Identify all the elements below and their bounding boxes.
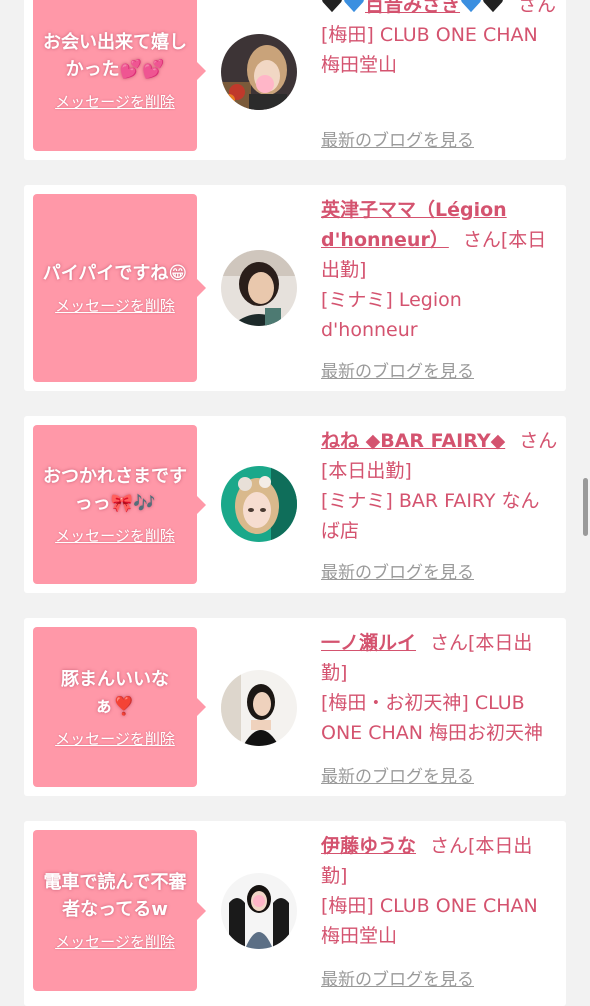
message-card: 豚まんいいなぁ❣️ メッセージを削除 一ノ瀬ルイ さん[本日出勤] [梅田・お初天… xyxy=(24,618,566,796)
message-card: お会い出来て嬉しかった💕💕 メッセージを削除 百音みさき さん [梅田] CLUB… xyxy=(24,0,566,160)
message-bubble: 豚まんいいなぁ❣️ メッセージを削除 xyxy=(33,627,206,787)
message-card: おつかれさまですっっ🎀🎶 メッセージを削除 ねね ◆BAR FAIRY◆ さん[本… xyxy=(24,416,566,593)
shop-info: [梅田] CLUB ONE CHAN 梅田堂山 xyxy=(321,895,538,947)
scrollbar[interactable] xyxy=(583,478,588,536)
shop-info: [ミナミ] BAR FAIRY なんば店 xyxy=(321,490,540,542)
avatar[interactable] xyxy=(221,34,297,110)
message-text: 電車で読んで不審者なってるw xyxy=(43,872,187,920)
cast-name-link[interactable]: ねね ◆BAR FAIRY◆ xyxy=(321,430,505,452)
message-text: パイパイですね😁 xyxy=(42,263,188,284)
avatar[interactable] xyxy=(221,250,297,326)
cast-name-link[interactable]: 一ノ瀬ルイ xyxy=(321,632,416,654)
message-card: パイパイですね😁 メッセージを削除 英津子ママ（Légion d'honneur… xyxy=(24,185,566,391)
delete-message-link[interactable]: メッセージを削除 xyxy=(55,91,175,112)
latest-blog-link[interactable]: 最新のブログを見る xyxy=(321,357,474,382)
message-card: 電車で読んで不審者なってるw メッセージを削除 伊藤ゆうな さん[本日出勤] [梅… xyxy=(24,821,566,1006)
message-text: 豚まんいいなぁ❣️ xyxy=(61,668,169,717)
cast-name-link[interactable]: 百音みさき xyxy=(321,0,504,16)
delete-message-link[interactable]: メッセージを削除 xyxy=(55,295,175,316)
black-heart-icon xyxy=(322,0,342,13)
message-bubble: パイパイですね😁 メッセージを削除 xyxy=(33,194,206,382)
latest-blog-link[interactable]: 最新のブログを見る xyxy=(321,965,474,990)
shop-info: [梅田・お初天神] CLUB ONE CHAN 梅田お初天神 xyxy=(321,692,544,744)
cast-info: ねね ◆BAR FAIRY◆ さん[本日出勤] [ミナミ] BAR FAIRY な… xyxy=(321,426,558,546)
avatar[interactable] xyxy=(221,670,297,746)
cast-info: 伊藤ゆうな さん[本日出勤] [梅田] CLUB ONE CHAN 梅田堂山 xyxy=(321,831,558,951)
message-bubble: お会い出来て嬉しかった💕💕 メッセージを削除 xyxy=(33,0,206,151)
latest-blog-link[interactable]: 最新のブログを見る xyxy=(321,558,474,583)
avatar[interactable] xyxy=(221,466,297,542)
message-text: お会い出来て嬉しかった💕💕 xyxy=(43,32,187,80)
latest-blog-link[interactable]: 最新のブログを見る xyxy=(321,126,474,151)
cast-name: 百音みさき xyxy=(365,0,461,16)
honorific-status: さん xyxy=(518,0,557,16)
delete-message-link[interactable]: メッセージを削除 xyxy=(55,525,175,546)
message-bubble: 電車で読んで不審者なってるw メッセージを削除 xyxy=(33,830,206,991)
cast-info: 百音みさき さん [梅田] CLUB ONE CHAN 梅田堂山 xyxy=(321,0,558,80)
message-bubble: おつかれさまですっっ🎀🎶 メッセージを削除 xyxy=(33,425,206,584)
latest-blog-link[interactable]: 最新のブログを見る xyxy=(321,762,474,787)
cast-info: 英津子ママ（Légion d'honneur） さん[本日出勤] [ミナミ] Le… xyxy=(321,195,558,345)
message-text: おつかれさまですっっ🎀🎶 xyxy=(43,466,187,514)
cast-name-link[interactable]: 伊藤ゆうな xyxy=(321,835,416,857)
black-heart-icon xyxy=(483,0,503,13)
delete-message-link[interactable]: メッセージを削除 xyxy=(55,728,175,749)
blue-heart-icon xyxy=(461,0,481,13)
shop-info: [ミナミ] Legion d'honneur xyxy=(321,289,462,341)
delete-message-link[interactable]: メッセージを削除 xyxy=(55,931,175,952)
avatar[interactable] xyxy=(221,873,297,949)
blue-heart-icon xyxy=(344,0,364,13)
cast-info: 一ノ瀬ルイ さん[本日出勤] [梅田・お初天神] CLUB ONE CHAN 梅田… xyxy=(321,628,558,748)
shop-info: [梅田] CLUB ONE CHAN 梅田堂山 xyxy=(321,24,538,76)
